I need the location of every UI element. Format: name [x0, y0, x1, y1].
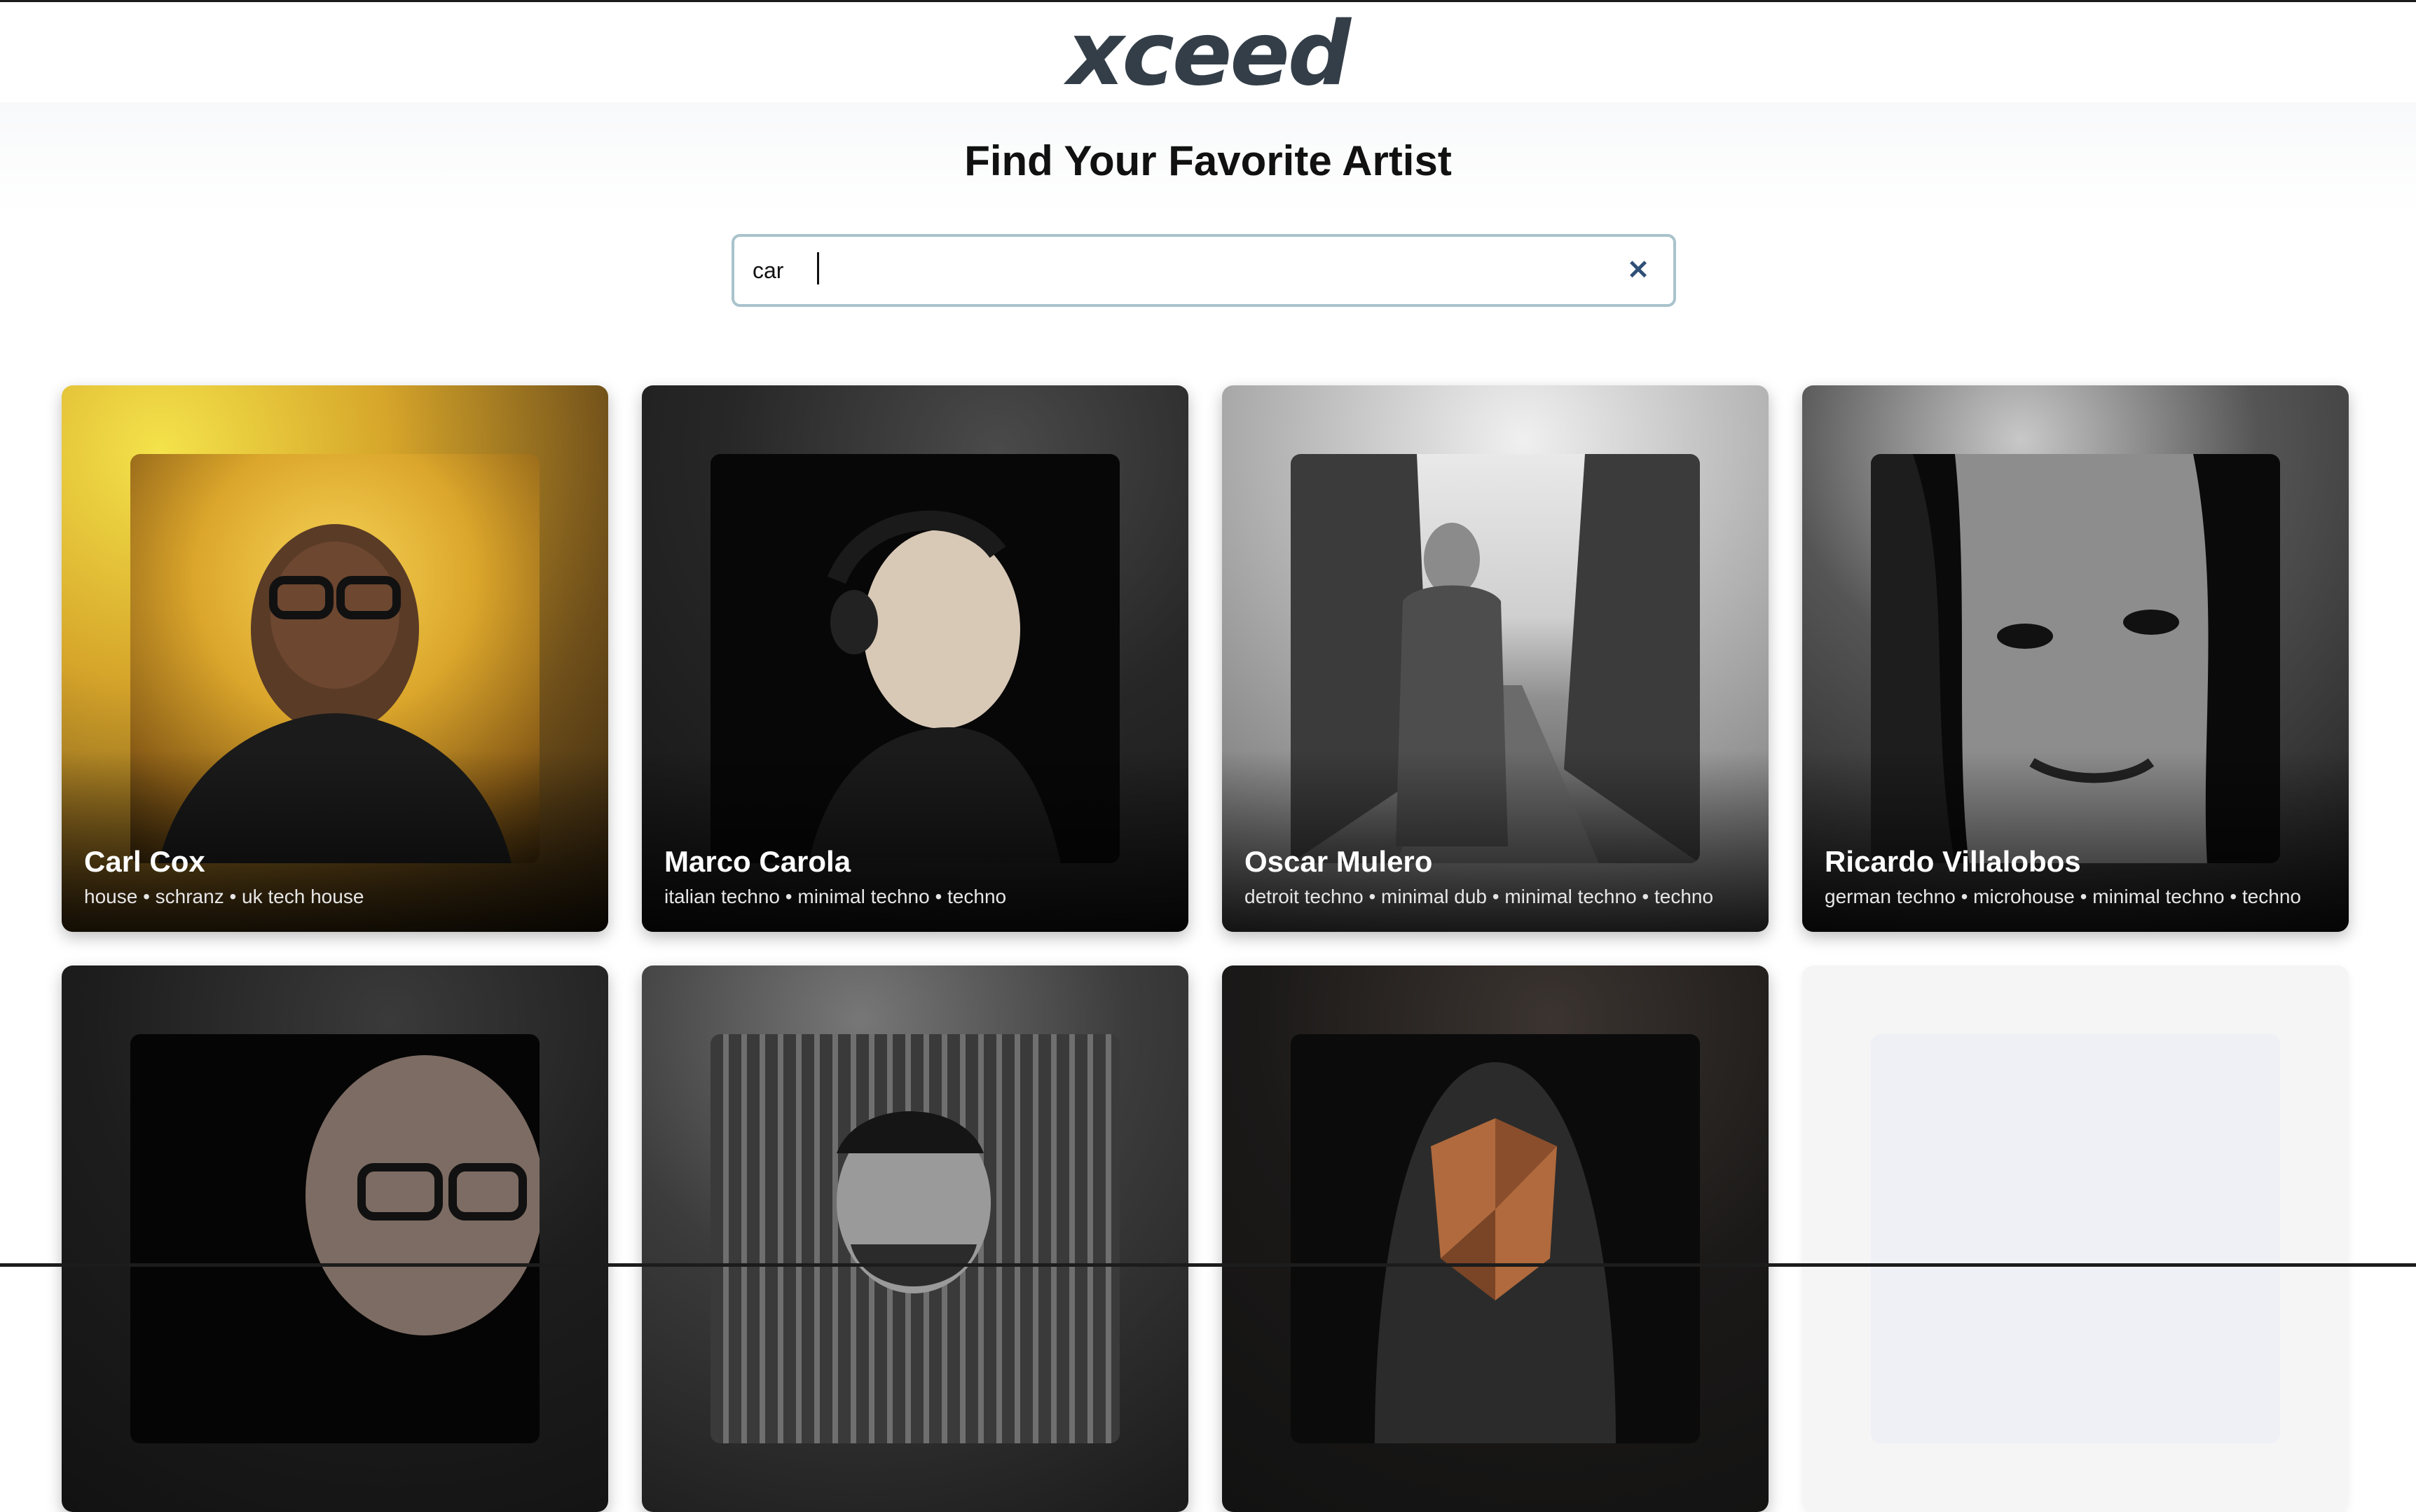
artist-card[interactable]: [62, 965, 608, 1512]
artist-genres: italian techno • minimal techno • techno: [664, 886, 1007, 907]
artist-card[interactable]: Carl Cox house • schranz • uk tech house: [62, 385, 608, 932]
artist-genres: house • schranz • uk tech house: [84, 886, 364, 907]
artist-photo: [130, 1034, 540, 1443]
artist-card[interactable]: [1222, 965, 1769, 1512]
artist-photo: [1291, 1034, 1700, 1443]
artist-name: Ricardo Villalobos: [1825, 845, 2081, 878]
window-bottom-border: [0, 1263, 2416, 1267]
search-input[interactable]: [753, 237, 1579, 304]
artist-name: Marco Carola: [664, 845, 851, 878]
page-title: Find Your Favorite Artist: [964, 137, 1452, 184]
site-header: xceed: [0, 2, 2416, 103]
artist-card[interactable]: Marco Carola italian techno • minimal te…: [642, 385, 1188, 932]
artist-photo: [711, 1034, 1120, 1443]
placeholder-photo: [1871, 1034, 2280, 1443]
artist-card[interactable]: Ricardo Villalobos german techno • micro…: [1802, 385, 2349, 932]
search-box[interactable]: ✕: [732, 234, 1676, 307]
text-cursor: [817, 252, 819, 284]
artist-genres: detroit techno • minimal dub • minimal t…: [1244, 886, 1714, 907]
artist-name: Oscar Mulero: [1244, 845, 1433, 878]
main-content: Find Your Favorite Artist ✕ Carl Cox hou…: [0, 102, 2416, 1512]
artist-name: Carl Cox: [84, 845, 205, 878]
xceed-logo[interactable]: xceed: [0, 5, 2416, 103]
artist-card[interactable]: Oscar Mulero detroit techno • minimal du…: [1222, 385, 1769, 932]
artist-card[interactable]: [642, 965, 1188, 1512]
close-icon[interactable]: ✕: [1621, 254, 1655, 287]
artist-genres: german techno • microhouse • minimal tec…: [1825, 886, 2301, 907]
artist-card-placeholder: [1802, 965, 2349, 1512]
